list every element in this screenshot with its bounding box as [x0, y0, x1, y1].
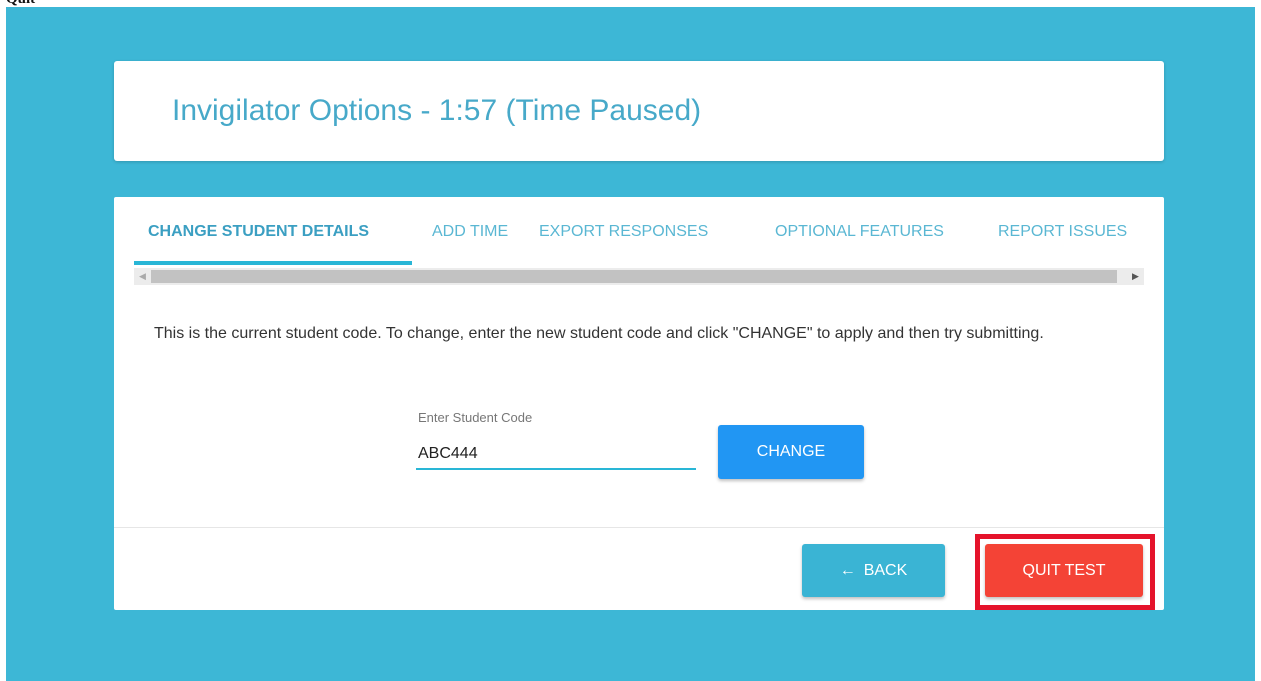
triangle-left-icon[interactable]: ◀ — [134, 268, 151, 285]
student-code-label: Enter Student Code — [418, 410, 533, 425]
title-card: Invigilator Options - 1:57 (Time Paused) — [114, 61, 1164, 161]
triangle-right-icon[interactable]: ▶ — [1127, 268, 1144, 285]
page-background: Invigilator Options - 1:57 (Time Paused)… — [6, 7, 1255, 681]
scrollbar-thumb[interactable] — [151, 270, 1117, 283]
top-strip: Quit — [0, 0, 1261, 7]
back-button[interactable]: ← BACK — [802, 544, 945, 597]
change-button[interactable]: CHANGE — [718, 425, 864, 479]
dialog-title: Invigilator Options - 1:57 (Time Paused) — [172, 94, 702, 127]
tab-bar: CHANGE STUDENT DETAILS ADD TIME EXPORT R… — [134, 197, 1144, 265]
options-panel: CHANGE STUDENT DETAILS ADD TIME EXPORT R… — [114, 197, 1164, 610]
tab-optional-features[interactable]: OPTIONAL FEATURES — [775, 223, 944, 241]
footer-divider — [114, 527, 1164, 528]
tab-export-responses[interactable]: EXPORT RESPONSES — [539, 223, 708, 241]
student-code-input[interactable] — [416, 440, 696, 470]
tab-add-time[interactable]: ADD TIME — [432, 223, 508, 241]
tab-scrollbar[interactable]: ◀ ▶ — [134, 268, 1144, 285]
quit-test-button[interactable]: QUIT TEST — [985, 544, 1143, 597]
arrow-left-icon: ← — [839, 561, 856, 579]
back-button-label: BACK — [863, 561, 908, 579]
tab-report-issues[interactable]: REPORT ISSUES — [998, 223, 1127, 241]
active-tab-indicator — [134, 261, 412, 265]
tab-change-student-details[interactable]: CHANGE STUDENT DETAILS — [148, 223, 369, 241]
instructions-text: This is the current student code. To cha… — [154, 325, 1044, 342]
